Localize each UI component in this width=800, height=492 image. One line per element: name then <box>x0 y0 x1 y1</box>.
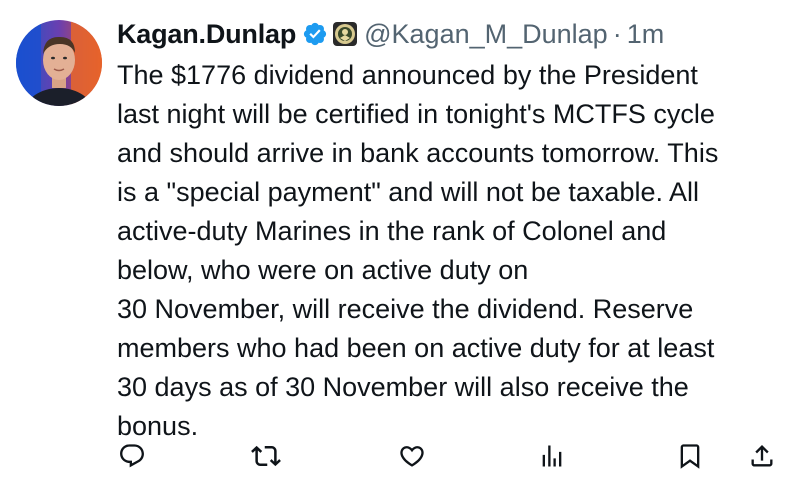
tweet-text: The $1776 dividend announced by the Pres… <box>117 60 719 441</box>
like-button[interactable] <box>392 436 432 476</box>
repost-button[interactable] <box>246 436 286 476</box>
user-handle[interactable]: @Kagan_M_Dunlap <box>364 19 608 50</box>
tweet-actions <box>0 436 800 476</box>
separator-dot: · <box>612 18 622 49</box>
repost-icon <box>251 445 281 467</box>
tweet: Kagan.Dunlap @Kagan_M_Dunlap · 1m The $1… <box>0 0 800 492</box>
avatar[interactable] <box>16 20 102 106</box>
reply-button[interactable] <box>112 436 152 476</box>
tweet-header: Kagan.Dunlap @Kagan_M_Dunlap · 1m <box>117 14 664 54</box>
heart-icon <box>400 446 424 467</box>
reply-icon <box>120 444 144 468</box>
marine-corps-affiliate-badge-icon[interactable] <box>332 21 358 47</box>
bookmark-icon <box>680 444 700 469</box>
bookmark-button[interactable] <box>670 436 710 476</box>
verified-badge-icon[interactable] <box>302 21 328 47</box>
views-button[interactable] <box>532 436 572 476</box>
share-icon <box>751 445 773 467</box>
avatar-image <box>16 20 102 106</box>
display-name[interactable]: Kagan.Dunlap <box>117 19 296 50</box>
share-button[interactable] <box>742 436 782 476</box>
timestamp[interactable]: 1m <box>627 19 665 50</box>
views-icon <box>542 445 562 467</box>
